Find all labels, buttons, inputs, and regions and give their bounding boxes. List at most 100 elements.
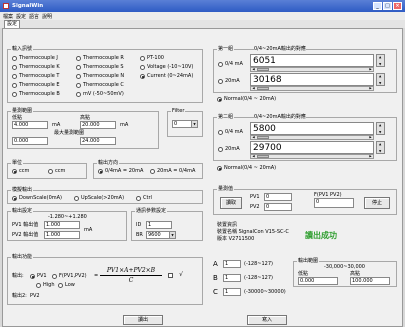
ch1-low-scrollbar[interactable]: ◀ ▶ — [250, 67, 374, 72]
coef-b-label: B — [213, 274, 218, 282]
scroll-right-icon[interactable]: ▶ — [368, 87, 373, 90]
radio-unit-1[interactable] — [12, 169, 17, 174]
radio-ch1-low[interactable] — [218, 62, 223, 67]
scroll-thumb[interactable] — [257, 87, 269, 90]
radio-tc-c[interactable] — [76, 83, 81, 88]
radio-ch2-high-label: 20mA — [225, 146, 240, 152]
read-button[interactable]: 讀出 — [123, 315, 163, 325]
ch2-low-value[interactable]: 5800 — [250, 122, 374, 135]
coef-c-input[interactable]: 1 — [223, 288, 241, 296]
output-range-low-input[interactable]: 0.000 — [298, 277, 338, 285]
chevron-down-icon: ▼ — [169, 232, 175, 238]
scroll-left-icon[interactable]: ◀ — [251, 155, 256, 158]
radio-upscale[interactable] — [74, 196, 79, 201]
scroll-right-icon[interactable]: ▶ — [368, 68, 373, 71]
output-direction-title: 輸出方向 — [97, 160, 120, 166]
scroll-left-icon[interactable]: ◀ — [251, 68, 256, 71]
tab-bar: 設定 — [0, 20, 405, 28]
radio-current[interactable] — [140, 74, 145, 79]
ch1-high-scrollbar[interactable]: ◀ ▶ — [250, 86, 374, 91]
sqrt-checkbox[interactable] — [168, 273, 173, 278]
ch1-low-value[interactable]: 6051 — [250, 54, 374, 67]
max-range-label: 最大量測範圍 — [54, 130, 85, 136]
id-input[interactable]: 1 — [146, 221, 172, 229]
radio-tc-s[interactable] — [76, 65, 81, 70]
radio-ch2-normal[interactable] — [217, 166, 222, 171]
radio-downscale[interactable] — [12, 196, 17, 201]
radio-tc-b[interactable] — [12, 92, 17, 97]
radio-ch2-low[interactable] — [218, 130, 223, 135]
radio-tc-c-label: Thermocouple C — [83, 82, 124, 88]
coef-a-input[interactable]: 1 — [223, 260, 241, 268]
ch2-high-spinner[interactable] — [376, 141, 385, 154]
stop-button[interactable]: 停止 — [364, 197, 390, 209]
radio-tc-t[interactable] — [12, 74, 17, 79]
read-measure-button[interactable]: 讀取 — [220, 197, 242, 209]
min-range-input[interactable]: 0.000 — [12, 137, 48, 145]
menu-help[interactable]: 說明 — [42, 13, 52, 20]
scroll-thumb[interactable] — [257, 155, 269, 158]
radio-ctrl-label: Ctrl — [143, 195, 152, 201]
br-select[interactable]: 9600 ▼ — [146, 231, 176, 239]
coef-a-range: (-128~127) — [244, 261, 273, 267]
radio-tc-k[interactable] — [12, 65, 17, 70]
radio-output-f[interactable] — [52, 274, 57, 279]
scroll-thumb[interactable] — [257, 68, 269, 71]
minimize-button[interactable]: _ — [373, 2, 382, 10]
pv2-output-input[interactable]: 1.000 — [44, 231, 80, 239]
radio-ch1-normal[interactable] — [217, 97, 222, 102]
pv1-output-input[interactable]: 1.000 — [44, 221, 80, 229]
menu-file[interactable]: 檔案 — [3, 13, 13, 20]
menu-language[interactable]: 語言 — [29, 13, 39, 20]
radio-ctrl[interactable] — [136, 196, 141, 201]
device-info-title: 裝置資訊 — [217, 222, 238, 228]
radio-high[interactable] — [36, 283, 41, 288]
radio-output-pv1-label: PV1 — [37, 273, 47, 279]
radio-tc-r[interactable] — [76, 56, 81, 61]
radio-output-pv1[interactable] — [30, 274, 35, 279]
ch1-high-value[interactable]: 30168 — [250, 73, 374, 86]
channel1-title: 第一組 — [217, 46, 235, 52]
scroll-right-icon[interactable]: ▶ — [368, 155, 373, 158]
radio-tc-n[interactable] — [76, 74, 81, 79]
ch2-low-spinner[interactable] — [376, 122, 385, 135]
radio-voltage[interactable] — [140, 65, 145, 70]
output-range-group: 輸出範圍 -30,000~30,000 低點 高點 0.000 100.000 — [293, 258, 397, 287]
ch1-low-spinner[interactable] — [376, 54, 385, 67]
radio-ch2-high[interactable] — [218, 147, 223, 152]
ch1-high-spinner[interactable] — [376, 73, 385, 86]
output-range-high-input[interactable]: 100.000 — [350, 277, 390, 285]
radio-dir-normal[interactable] — [98, 169, 103, 174]
write-button[interactable]: 寫入 — [247, 315, 287, 325]
radio-pt100[interactable] — [140, 56, 145, 61]
scroll-left-icon[interactable]: ◀ — [251, 136, 256, 139]
radio-tc-j[interactable] — [12, 56, 17, 61]
comm-title: 通訊參數設定 — [135, 208, 168, 214]
channel2-subtitle: 0/4~20mA輸出的對應 — [254, 114, 306, 120]
ch2-high-value[interactable]: 29700 — [250, 141, 374, 154]
scroll-left-icon[interactable]: ◀ — [251, 87, 256, 90]
scaling-unit: mA — [84, 227, 93, 233]
max-range-input[interactable]: 24.000 — [80, 137, 116, 145]
tab-settings[interactable]: 設定 — [4, 20, 20, 28]
input-type-group: 輸入訊號 Thermocouple J Thermocouple K Therm… — [7, 46, 203, 103]
scroll-thumb[interactable] — [257, 136, 269, 139]
scroll-right-icon[interactable]: ▶ — [368, 136, 373, 139]
maximize-button[interactable]: □ — [383, 2, 392, 10]
radio-tc-e[interactable] — [12, 83, 17, 88]
radio-mv[interactable] — [76, 92, 81, 97]
menu-settings[interactable]: 設定 — [16, 13, 26, 20]
coef-b-input[interactable]: 1 — [223, 274, 241, 282]
radio-low[interactable] — [58, 283, 63, 288]
range-high-input[interactable]: 20.000 — [80, 121, 116, 129]
filter-select[interactable]: 0 ▼ — [172, 120, 198, 128]
close-button[interactable]: × — [393, 2, 402, 10]
ch2-high-scrollbar[interactable]: ◀ ▶ — [250, 154, 374, 159]
radio-dir-reverse[interactable] — [150, 169, 155, 174]
measure-pv1-label: PV1 — [250, 194, 260, 200]
radio-ch1-high[interactable] — [218, 79, 223, 84]
radio-output-f-label: F(PV1,PV2) — [59, 273, 87, 279]
ch2-low-scrollbar[interactable]: ◀ ▶ — [250, 135, 374, 140]
radio-unit-2[interactable] — [48, 169, 53, 174]
range-low-input[interactable]: 4.000 — [12, 121, 48, 129]
